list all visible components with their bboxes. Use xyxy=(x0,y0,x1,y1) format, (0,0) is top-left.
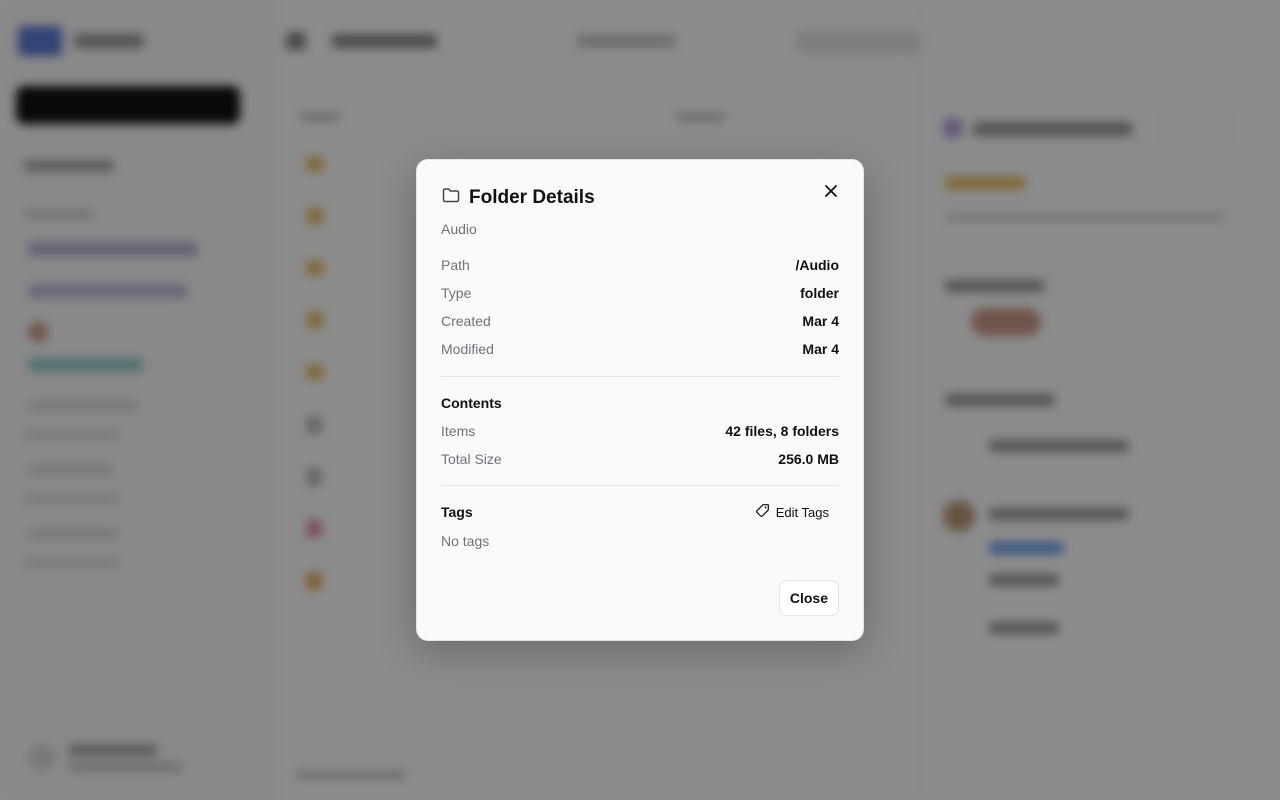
tags-heading: Tags xyxy=(441,504,473,520)
close-icon[interactable] xyxy=(821,181,841,201)
no-tags-text: No tags xyxy=(441,533,490,549)
contents-section: Contents Items 42 files, 8 folders Total… xyxy=(441,393,839,473)
dialog-title-row: Folder Details xyxy=(441,184,839,212)
dialog-subtitle: Audio xyxy=(441,221,477,237)
detail-label: Modified xyxy=(441,341,494,357)
detail-value: Mar 4 xyxy=(802,313,839,329)
contents-heading: Contents xyxy=(441,395,502,411)
detail-label: Path xyxy=(441,257,470,273)
detail-value: Mar 4 xyxy=(802,341,839,357)
divider xyxy=(441,485,839,486)
detail-value: /Audio xyxy=(795,257,839,273)
contents-row-items: Items 42 files, 8 folders xyxy=(441,417,839,445)
detail-row-path: Path /Audio xyxy=(441,251,839,279)
edit-tags-button[interactable]: Edit Tags xyxy=(745,499,839,525)
contents-row-size: Total Size 256.0 MB xyxy=(441,445,839,473)
edit-tags-label: Edit Tags xyxy=(775,504,829,520)
detail-value: folder xyxy=(800,285,839,301)
detail-label: Created xyxy=(441,313,491,329)
tags-header: Tags Edit Tags xyxy=(441,498,839,526)
detail-row-modified: Modified Mar 4 xyxy=(441,335,839,363)
detail-label: Total Size xyxy=(441,451,502,467)
tags-section: Tags Edit Tags No tags xyxy=(441,498,839,549)
folder-details-dialog: Folder Details Audio Path /Audio Type fo… xyxy=(416,159,864,641)
tag-icon xyxy=(755,503,770,521)
detail-row-created: Created Mar 4 xyxy=(441,307,839,335)
close-button[interactable]: Close xyxy=(778,580,839,616)
detail-label: Type xyxy=(441,285,472,301)
divider xyxy=(441,376,839,377)
detail-value: 42 files, 8 folders xyxy=(725,423,839,439)
dialog-title: Folder Details xyxy=(469,187,595,208)
detail-label: Items xyxy=(441,423,476,439)
detail-value: 256.0 MB xyxy=(778,451,839,467)
detail-row-type: Type folder xyxy=(441,279,839,307)
details-section: Path /Audio Type folder Created Mar 4 Mo… xyxy=(441,251,839,363)
folder-icon xyxy=(441,185,461,211)
